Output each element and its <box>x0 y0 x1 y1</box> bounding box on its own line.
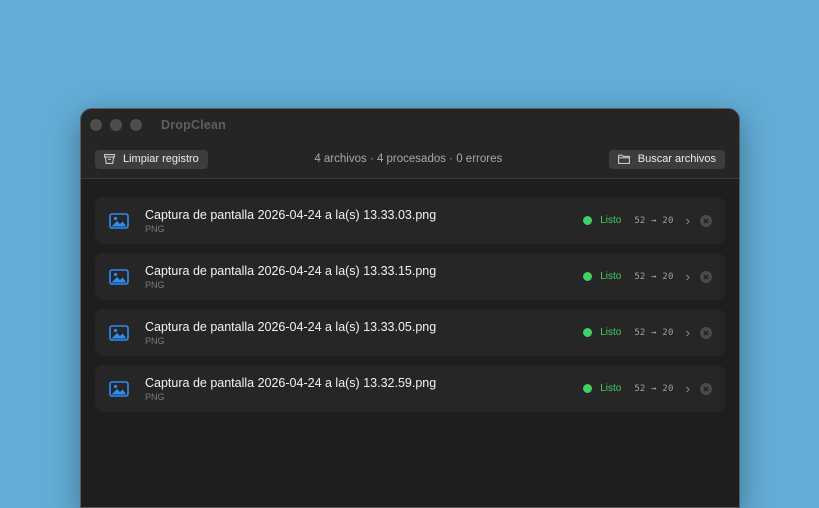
close-icon <box>703 218 709 223</box>
file-row[interactable]: Captura de pantalla 2026-04-24 a la(s) 1… <box>95 365 725 412</box>
remove-button[interactable] <box>700 270 712 283</box>
status-label: Listo <box>600 271 622 282</box>
title-bar: DropClean <box>81 109 739 140</box>
remove-button[interactable] <box>700 214 712 227</box>
image-file-icon <box>109 268 129 285</box>
close-icon <box>703 386 709 391</box>
clear-log-button[interactable]: Limpiar registro <box>95 149 208 169</box>
size-change: 52 → 20 <box>634 383 674 394</box>
file-info: Captura de pantalla 2026-04-24 a la(s) 1… <box>145 264 583 290</box>
chevron-right-icon[interactable]: › <box>686 213 690 228</box>
status-badge: Listo <box>583 271 621 282</box>
close-icon <box>703 330 709 335</box>
status-label: Listo <box>600 327 622 338</box>
image-file-icon <box>109 324 129 341</box>
browse-files-label: Buscar archivos <box>637 153 716 165</box>
summary-text: 4 archivos · 4 procesados · 0 errores <box>314 153 503 165</box>
file-list: Captura de pantalla 2026-04-24 a la(s) 1… <box>81 179 739 412</box>
window-title: DropClean <box>161 117 227 132</box>
status-badge: Listo <box>583 383 621 394</box>
browse-files-button[interactable]: Buscar archivos <box>608 149 725 169</box>
clear-log-label: Limpiar registro <box>123 153 199 165</box>
chevron-right-icon[interactable]: › <box>686 269 690 284</box>
file-info: Captura de pantalla 2026-04-24 a la(s) 1… <box>145 208 583 234</box>
file-row[interactable]: Captura de pantalla 2026-04-24 a la(s) 1… <box>95 197 725 244</box>
tray-icon <box>104 154 115 164</box>
file-row[interactable]: Captura de pantalla 2026-04-24 a la(s) 1… <box>95 253 725 300</box>
remove-button[interactable] <box>700 326 712 339</box>
remove-button[interactable] <box>700 382 712 395</box>
toolbar: Limpiar registro 4 archivos · 4 procesad… <box>81 140 739 179</box>
close-icon <box>703 274 709 279</box>
file-type: PNG <box>145 223 165 234</box>
file-row[interactable]: Captura de pantalla 2026-04-24 a la(s) 1… <box>95 309 725 356</box>
image-file-icon <box>109 212 129 229</box>
image-file-icon <box>109 380 129 397</box>
file-name: Captura de pantalla 2026-04-24 a la(s) 1… <box>145 207 437 222</box>
file-name: Captura de pantalla 2026-04-24 a la(s) 1… <box>145 319 437 334</box>
chevron-right-icon[interactable]: › <box>686 381 690 396</box>
file-info: Captura de pantalla 2026-04-24 a la(s) 1… <box>145 376 583 402</box>
minimize-window-button[interactable] <box>110 118 122 131</box>
file-name: Captura de pantalla 2026-04-24 a la(s) 1… <box>145 375 437 390</box>
size-change: 52 → 20 <box>634 215 674 226</box>
close-window-button[interactable] <box>90 118 102 131</box>
check-circle-icon <box>583 328 593 337</box>
app-window: DropClean Limpiar registro 4 archivos · … <box>80 108 740 508</box>
file-type: PNG <box>145 391 165 402</box>
size-change: 52 → 20 <box>634 271 674 282</box>
status-badge: Listo <box>583 327 621 338</box>
status-label: Listo <box>600 383 622 394</box>
folder-icon <box>617 154 630 164</box>
check-circle-icon <box>583 216 593 225</box>
size-change: 52 → 20 <box>634 327 674 338</box>
check-circle-icon <box>583 384 593 393</box>
file-type: PNG <box>145 279 165 290</box>
chevron-right-icon[interactable]: › <box>686 325 690 340</box>
file-name: Captura de pantalla 2026-04-24 a la(s) 1… <box>145 263 437 278</box>
zoom-window-button[interactable] <box>130 118 142 131</box>
check-circle-icon <box>583 272 593 281</box>
file-type: PNG <box>145 335 165 346</box>
file-info: Captura de pantalla 2026-04-24 a la(s) 1… <box>145 320 583 346</box>
status-badge: Listo <box>583 215 621 226</box>
status-label: Listo <box>600 215 622 226</box>
